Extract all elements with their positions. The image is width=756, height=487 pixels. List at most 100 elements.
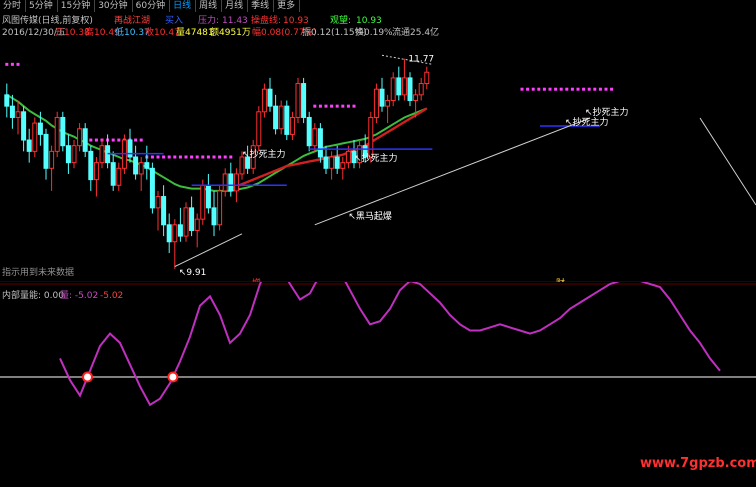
resistance-dot bbox=[16, 62, 20, 66]
resistance-dot bbox=[111, 138, 115, 142]
resistance-value: 11.43 bbox=[222, 16, 248, 26]
chart-title: 风图传媒(日线,前复权) bbox=[2, 14, 93, 26]
resistance-dot bbox=[218, 155, 222, 159]
candle-body bbox=[82, 128, 88, 152]
candle-body bbox=[161, 196, 167, 226]
resistance-dot bbox=[587, 87, 591, 91]
resistance-dot bbox=[117, 138, 121, 142]
quote-volume: 量47481 bbox=[176, 27, 214, 38]
candle-body bbox=[261, 88, 267, 113]
resistance-dot bbox=[559, 87, 563, 91]
candle-body bbox=[183, 207, 189, 237]
resistance-dot bbox=[330, 104, 334, 108]
candle-body bbox=[9, 105, 15, 118]
candle-body bbox=[21, 111, 27, 141]
resistance-dot bbox=[346, 104, 350, 108]
annotation-label: ↖抄死主力 bbox=[585, 106, 629, 118]
candle-body bbox=[49, 150, 55, 169]
resistance-dot bbox=[190, 155, 194, 159]
resistance-dot bbox=[520, 87, 524, 91]
candle-body bbox=[407, 77, 413, 102]
candle-body bbox=[217, 190, 223, 226]
candle-body bbox=[194, 218, 200, 231]
candle-body bbox=[65, 145, 71, 164]
indicator-title: 内部量能 bbox=[2, 289, 38, 301]
watch-value: 10.93 bbox=[356, 16, 382, 26]
candle-body bbox=[222, 173, 228, 192]
candle-body bbox=[301, 83, 307, 118]
resistance-dot bbox=[212, 155, 216, 159]
quote-close: 收10.47 bbox=[145, 26, 180, 38]
trend-line bbox=[699, 117, 756, 206]
candle-body bbox=[390, 77, 396, 102]
resistance-dot bbox=[223, 155, 227, 159]
stop-label: 操盘线: bbox=[251, 14, 281, 26]
trend-line bbox=[174, 233, 243, 268]
resistance-dot bbox=[178, 155, 182, 159]
candle-body bbox=[205, 184, 211, 209]
candle-body bbox=[385, 100, 391, 107]
trend-line bbox=[314, 117, 591, 226]
resistance-dot bbox=[542, 87, 546, 91]
candle-body bbox=[289, 116, 295, 135]
resistance-dot bbox=[604, 87, 608, 91]
resistance-dot bbox=[335, 104, 339, 108]
cross-up-marker bbox=[82, 371, 93, 383]
candle-body bbox=[284, 105, 290, 135]
future-data-notice: 指示用到未来数据 bbox=[2, 266, 74, 278]
candle-body bbox=[37, 122, 43, 135]
candle-body bbox=[317, 128, 323, 158]
resistance-dot bbox=[229, 155, 233, 159]
resistance-dot bbox=[576, 87, 580, 91]
resistance-dot bbox=[526, 87, 530, 91]
candle-body bbox=[189, 207, 195, 231]
resistance-dot bbox=[570, 87, 574, 91]
candle-body bbox=[233, 173, 239, 192]
candle-body bbox=[88, 150, 94, 181]
candle-body bbox=[26, 139, 32, 152]
quote-amount: 额4951万 bbox=[210, 26, 251, 38]
candle-body bbox=[211, 207, 217, 226]
indicator-line bbox=[59, 282, 721, 407]
candle-body bbox=[396, 77, 402, 96]
resistance-dot bbox=[139, 138, 143, 142]
candle-body bbox=[43, 133, 49, 169]
resistance-dot bbox=[156, 155, 160, 159]
resistance-dot bbox=[184, 155, 188, 159]
candle-body bbox=[116, 167, 122, 186]
candle-body bbox=[228, 173, 234, 192]
stop-value: 10.93 bbox=[283, 16, 309, 26]
candle-body bbox=[133, 156, 139, 175]
candle-body bbox=[278, 105, 284, 130]
resistance-dot bbox=[167, 155, 171, 159]
candle-body bbox=[71, 145, 77, 164]
quote-turnover: 换0.19% bbox=[355, 26, 393, 38]
candle-body bbox=[312, 128, 318, 147]
candle-body bbox=[110, 162, 116, 186]
resistance-dot bbox=[313, 104, 317, 108]
resistance-dot bbox=[565, 87, 569, 91]
candle-body bbox=[368, 116, 374, 158]
resistance-dot bbox=[150, 155, 154, 159]
candle-body bbox=[127, 139, 133, 158]
resistance-dot bbox=[537, 87, 541, 91]
resistance-dot bbox=[195, 155, 199, 159]
candle-body bbox=[340, 162, 346, 169]
annotation-label: ↖9.91 bbox=[179, 268, 207, 278]
candle-body bbox=[54, 116, 60, 152]
candle-body bbox=[413, 94, 419, 101]
resistance-dot bbox=[341, 104, 345, 108]
candle-body bbox=[256, 111, 262, 147]
indicator-chart: 内部量能 : 0.00 量: -5.02 -5.02 www.7gpzb.com bbox=[0, 282, 756, 471]
candle-body bbox=[200, 184, 206, 220]
annotation-label: ↖抄死主力 bbox=[242, 148, 286, 160]
indicator-value-2: -5.02 bbox=[100, 291, 123, 301]
resistance-dot bbox=[89, 138, 93, 142]
resistance-dot bbox=[324, 104, 328, 108]
candle-body bbox=[138, 162, 144, 175]
candle-body bbox=[379, 88, 385, 107]
resistance-dot bbox=[352, 104, 356, 108]
resistance-dot bbox=[94, 138, 98, 142]
candle-body bbox=[166, 224, 172, 243]
quote-float: 流通25.4亿 bbox=[392, 26, 439, 38]
